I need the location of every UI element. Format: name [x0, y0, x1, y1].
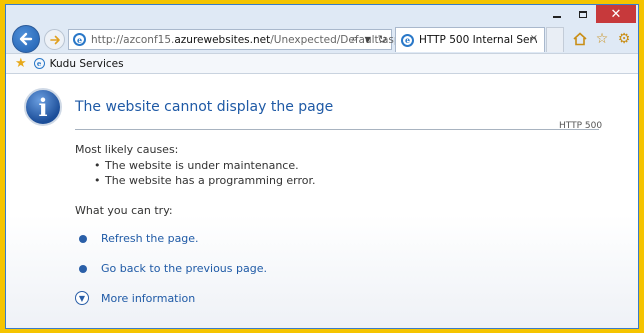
maximize-icon: [579, 10, 587, 18]
favorite-ie-icon: e: [33, 58, 45, 69]
maximize-button[interactable]: [570, 5, 596, 23]
minimize-button[interactable]: [544, 5, 570, 23]
browser-window: ✕ e http://azconf15.azurewebsites.net/Un…: [5, 4, 639, 329]
title-divider: [75, 129, 599, 130]
list-item: The website is under maintenance.: [94, 158, 316, 173]
close-icon: ✕: [610, 6, 622, 22]
navigation-bar: e http://azconf15.azurewebsites.net/Unex…: [6, 24, 638, 54]
more-information-toggle[interactable]: ▼ More information: [75, 291, 195, 305]
new-tab-button[interactable]: [546, 27, 564, 52]
chevron-down-icon: ▼: [75, 291, 89, 305]
back-button[interactable]: [12, 25, 40, 53]
add-favorite-icon[interactable]: ★: [15, 56, 27, 71]
ie-page-icon: e: [73, 33, 86, 46]
refresh-link[interactable]: Refresh the page.: [101, 232, 199, 245]
tab-ie-icon: e: [401, 33, 414, 47]
address-bar[interactable]: e http://azconf15.azurewebsites.net/Unex…: [68, 29, 407, 50]
causes-heading: Most likely causes:: [75, 143, 179, 156]
refresh-action[interactable]: Refresh the page.: [79, 232, 199, 245]
list-item: The website has a programming error.: [94, 173, 316, 188]
title-bar: ✕: [6, 5, 638, 25]
causes-list: The website is under maintenance. The we…: [94, 158, 316, 188]
favorites-bar: ★ e Kudu Services: [6, 53, 638, 74]
favorites-item-kudu[interactable]: e Kudu Services: [33, 57, 124, 70]
info-icon: i: [24, 88, 62, 126]
refresh-icon[interactable]: ↻: [378, 33, 387, 46]
address-tools: ⌕ ▼ ↻: [351, 32, 387, 46]
close-button[interactable]: ✕: [596, 5, 636, 23]
more-information-link[interactable]: More information: [101, 292, 195, 305]
browser-tools: ☆ ⚙: [572, 31, 632, 47]
bullet-icon: [79, 234, 87, 243]
tab-title: HTTP 500 Internal Server E...: [419, 34, 537, 46]
try-heading: What you can try:: [75, 204, 173, 217]
back-arrow-icon: [19, 32, 33, 46]
search-icon[interactable]: ⌕: [351, 32, 357, 46]
tab-close-icon[interactable]: ×: [530, 33, 538, 44]
minimize-icon: [553, 16, 561, 18]
go-back-action[interactable]: Go back to the previous page.: [79, 262, 267, 275]
forward-arrow-icon: [49, 35, 60, 44]
forward-button[interactable]: [44, 29, 65, 50]
page-content: i The website cannot display the page HT…: [6, 74, 638, 328]
dropdown-chevron-icon[interactable]: ▼: [365, 35, 371, 44]
tab-active[interactable]: e HTTP 500 Internal Server E... ×: [395, 27, 545, 52]
favorites-star-icon[interactable]: ☆: [594, 31, 610, 47]
bullet-icon: [79, 264, 87, 273]
go-back-link[interactable]: Go back to the previous page.: [101, 262, 267, 275]
page-title: The website cannot display the page: [75, 99, 334, 115]
favorite-label: Kudu Services: [49, 57, 124, 70]
gear-icon[interactable]: ⚙: [616, 31, 632, 47]
home-icon[interactable]: [572, 31, 588, 47]
